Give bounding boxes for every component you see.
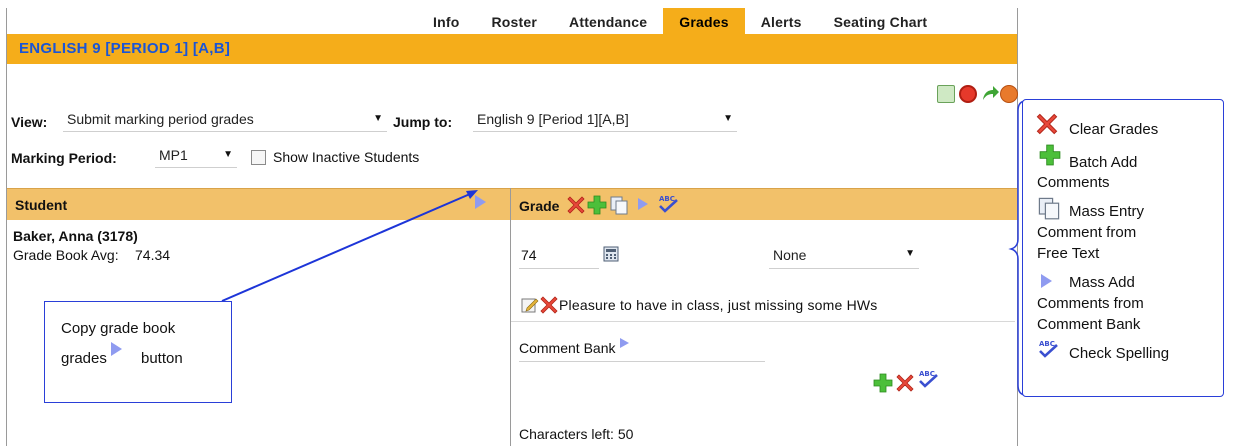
spell-check-comment-icon[interactable]: ABC xyxy=(917,368,939,390)
chevron-down-icon: ▼ xyxy=(723,113,733,124)
legend-mass-add-2: Comments from xyxy=(1037,295,1144,312)
legend-mass-entry-2: Comment from xyxy=(1037,224,1137,241)
clear-grades-icon[interactable] xyxy=(566,195,586,215)
characters-left: Characters left: 50 xyxy=(519,426,634,442)
legend-clear-grades: Clear Grades xyxy=(1069,121,1159,138)
svg-text:ABC: ABC xyxy=(1039,340,1055,348)
check-spelling-icon: ABC xyxy=(1039,340,1058,358)
calculator-icon[interactable] xyxy=(603,246,619,262)
column-divider xyxy=(510,188,511,446)
tab-seating-chart[interactable]: Seating Chart xyxy=(818,8,944,36)
spreadsheet-icon[interactable] xyxy=(937,85,955,103)
remove-comment-icon[interactable] xyxy=(895,373,915,393)
clear-grades-icon xyxy=(1036,113,1058,135)
grade-input-value: 74 xyxy=(521,247,537,263)
view-select-value: Submit marking period grades xyxy=(67,111,254,127)
legend-mass-entry-1: Mass Entry xyxy=(1069,203,1145,220)
grade-book-avg-value: 74.34 xyxy=(135,247,171,263)
legend-batch-add-1: Batch Add xyxy=(1069,154,1138,171)
icon-legend-panel: Clear Grades Batch Add Comments Mass Ent… xyxy=(1022,99,1224,397)
tab-roster[interactable]: Roster xyxy=(475,8,553,36)
course-header: ENGLISH 9 [PERIOD 1] [A,B] xyxy=(7,34,1017,64)
chevron-down-icon: ▼ xyxy=(373,113,383,124)
comment-bank-divider xyxy=(511,321,1015,322)
show-inactive-label: Show Inactive Students xyxy=(273,149,420,165)
marking-period-label: Marking Period: xyxy=(11,150,117,166)
add-comment-icon[interactable] xyxy=(873,373,893,393)
tab-attendance[interactable]: Attendance xyxy=(553,8,663,36)
tab-grades[interactable]: Grades xyxy=(663,8,745,36)
mass-add-comment-bank-button[interactable] xyxy=(638,198,648,210)
tab-bar: Info Roster Attendance Grades Alerts Sea… xyxy=(417,8,943,36)
mass-entry-icon xyxy=(1038,197,1060,220)
legend-batch-add-2: Comments xyxy=(1037,174,1110,191)
marking-period-value: MP1 xyxy=(159,147,188,163)
grade-column-header: Grade xyxy=(519,198,560,214)
legend-mass-add-1: Mass Add xyxy=(1069,274,1135,291)
copy-grades-callout: Copy grade book grades button xyxy=(44,301,232,403)
comment-bank-expand-button[interactable] xyxy=(620,338,629,348)
edit-comment-icon[interactable] xyxy=(521,296,539,314)
callout-line-2-suffix: button xyxy=(141,350,183,367)
svg-text:ABC: ABC xyxy=(659,195,675,203)
cancel-icon[interactable] xyxy=(959,85,977,103)
view-select[interactable]: Submit marking period grades ▼ xyxy=(63,108,387,132)
tab-alerts[interactable]: Alerts xyxy=(745,8,818,36)
jump-to-select-value: English 9 [Period 1][A,B] xyxy=(477,111,629,127)
legend-mass-entry-3: Free Text xyxy=(1037,245,1100,262)
batch-add-icon xyxy=(1039,144,1061,166)
callout-line-2-prefix: grades xyxy=(61,350,107,367)
grade-option-select[interactable]: None ▼ xyxy=(769,243,919,269)
chevron-down-icon: ▼ xyxy=(905,248,915,259)
tab-info[interactable]: Info xyxy=(417,8,475,36)
callout-line-1: Copy grade book xyxy=(61,320,176,337)
comment-text: Pleasure to have in class, just missing … xyxy=(559,297,878,313)
show-inactive-checkbox[interactable] xyxy=(251,150,266,165)
legend-mass-add-3: Comment Bank xyxy=(1037,316,1141,333)
forward-arrow-icon[interactable] xyxy=(980,84,1000,104)
student-name: Baker, Anna (3178) xyxy=(13,228,138,244)
grade-book-avg-label: Grade Book Avg: xyxy=(13,247,119,263)
marking-period-select[interactable]: MP1 ▼ xyxy=(155,144,237,168)
grade-option-value: None xyxy=(773,247,807,263)
column-header: Student Grade ABC xyxy=(7,188,1017,220)
grade-input[interactable]: 74 xyxy=(519,241,599,269)
chevron-down-icon: ▼ xyxy=(223,149,233,160)
svg-text:ABC: ABC xyxy=(919,370,935,378)
course-title: ENGLISH 9 [PERIOD 1] [A,B] xyxy=(19,40,231,57)
check-spelling-icon[interactable]: ABC xyxy=(657,193,679,215)
student-column-header: Student xyxy=(15,197,68,213)
copy-grades-triangle-icon xyxy=(111,342,122,356)
legend-check-spelling: Check Spelling xyxy=(1069,345,1170,362)
comment-bank-label: Comment Bank xyxy=(519,340,616,356)
view-label: View: xyxy=(11,114,48,130)
delete-comment-icon[interactable] xyxy=(539,295,559,315)
jump-to-label: Jump to: xyxy=(393,114,453,130)
mass-add-triangle-icon xyxy=(1041,274,1052,288)
copy-gradebook-grades-button[interactable] xyxy=(475,195,486,209)
comment-bank-field[interactable] xyxy=(519,361,765,362)
jump-to-select[interactable]: English 9 [Period 1][A,B] ▼ xyxy=(473,108,737,132)
batch-add-comments-icon[interactable] xyxy=(587,195,607,215)
mass-entry-comment-icon[interactable] xyxy=(609,195,629,215)
